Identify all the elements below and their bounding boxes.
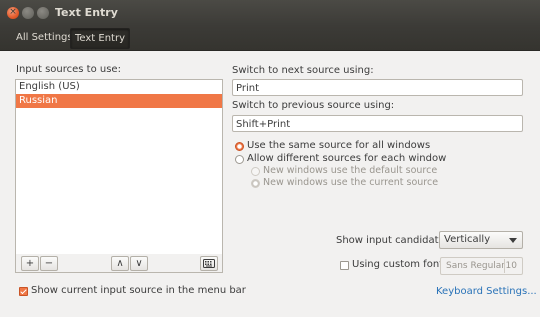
switch-next-field[interactable]: Print: [232, 79, 523, 96]
font-size: 10: [505, 261, 517, 271]
move-up-button[interactable]: ∧: [111, 256, 129, 271]
remove-source-button[interactable]: −: [40, 256, 58, 271]
custom-font-checkbox[interactable]: [340, 261, 349, 270]
all-settings-button[interactable]: All Settings: [12, 28, 77, 47]
add-source-button[interactable]: +: [21, 256, 39, 271]
minus-icon: −: [44, 258, 54, 269]
same-source-radio[interactable]: [235, 142, 244, 151]
text-entry-window: × Text Entry All Settings Text Entry Inp…: [0, 0, 540, 317]
chevron-up-icon: ∧: [116, 258, 124, 269]
plus-icon: +: [25, 258, 35, 269]
close-icon: ×: [9, 7, 17, 17]
toolbar: All Settings Text Entry: [0, 26, 540, 51]
move-down-button[interactable]: ∨: [130, 256, 148, 271]
text-entry-tab[interactable]: Text Entry: [70, 28, 131, 49]
switch-prev-field[interactable]: Shift+Print: [232, 115, 523, 132]
keyboard-settings-link[interactable]: Keyboard Settings...: [436, 286, 537, 297]
new-default-label: New windows use the default source: [263, 165, 438, 176]
input-sources-list[interactable]: English (US) Russian: [15, 79, 223, 255]
new-default-radio[interactable]: [251, 167, 260, 176]
chevron-down-icon: ∨: [135, 258, 143, 269]
input-sources-heading: Input sources to use:: [16, 64, 121, 75]
keyboard-layout-button[interactable]: [200, 256, 218, 271]
title-bar: × Text Entry: [0, 0, 540, 26]
custom-font-label: Using custom font:: [352, 259, 447, 270]
dropdown-arrow-icon: [509, 238, 517, 243]
input-candidates-value: Vertically: [444, 234, 491, 245]
different-sources-label: Allow different sources for each window: [247, 153, 447, 164]
show-in-menu-bar-checkbox[interactable]: [19, 287, 28, 296]
new-current-radio[interactable]: [251, 179, 260, 188]
window-title: Text Entry: [55, 6, 118, 19]
font-chooser-button[interactable]: Sans Regular 10: [440, 257, 523, 275]
input-candidates-label: Show input candidates:: [336, 235, 454, 246]
new-current-label: New windows use the current source: [263, 177, 439, 188]
different-sources-radio[interactable]: [235, 155, 244, 164]
minimize-window-button[interactable]: [22, 7, 34, 19]
input-candidates-dropdown[interactable]: Vertically: [439, 231, 523, 249]
font-name: Sans Regular: [446, 261, 506, 271]
keyboard-icon: [203, 259, 215, 268]
input-source-item[interactable]: English (US): [16, 80, 222, 94]
show-in-menu-bar-label: Show current input source in the menu ba…: [31, 285, 246, 296]
same-source-label: Use the same source for all windows: [247, 140, 431, 151]
input-sources-toolbar: + − ∧ ∨: [15, 254, 223, 273]
close-window-button[interactable]: ×: [7, 7, 19, 19]
maximize-window-button[interactable]: [37, 7, 49, 19]
input-source-item-selected[interactable]: Russian: [16, 94, 222, 108]
switch-prev-label: Switch to previous source using:: [232, 100, 395, 111]
switch-next-label: Switch to next source using:: [232, 65, 374, 76]
